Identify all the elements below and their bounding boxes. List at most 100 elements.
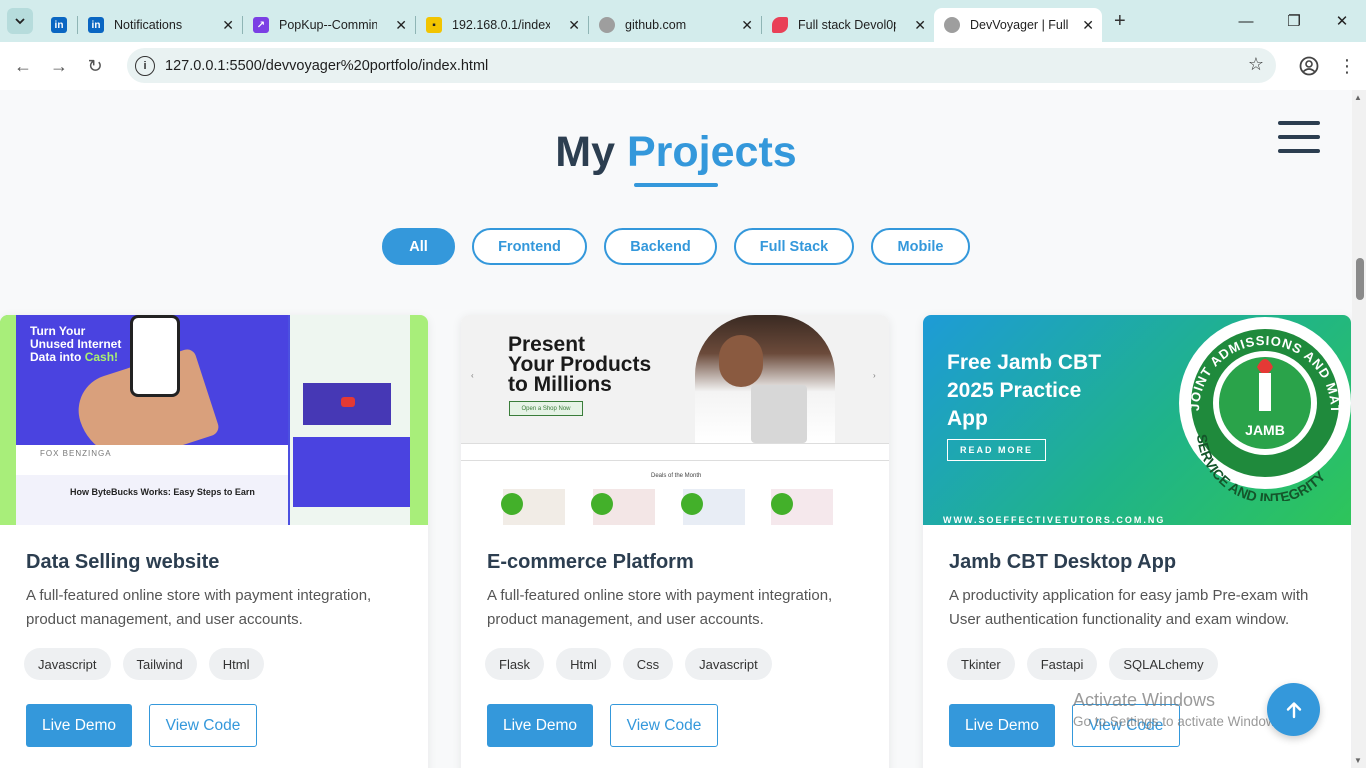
toolbar-right: ⋮: [1290, 42, 1366, 90]
close-window-icon[interactable]: ✕: [1318, 0, 1366, 42]
address-bar[interactable]: i 127.0.0.1:5500/devvoyager%20portfolo/i…: [127, 48, 1276, 83]
chevron-down-icon: [15, 18, 25, 25]
close-icon[interactable]: ✕: [395, 17, 407, 34]
filter-all[interactable]: All: [382, 228, 455, 265]
thumb-caption: How ByteBucks Works: Easy Steps to Earn: [70, 487, 255, 497]
browser-tabstrip: in in Notifications ✕ ↗ PopKup--Comming …: [0, 0, 1366, 42]
back-to-top-button[interactable]: [1267, 683, 1320, 736]
close-icon[interactable]: ✕: [222, 17, 234, 34]
project-card: Present Your Products to Millions Open a…: [461, 315, 889, 768]
window-controls: — ❐ ✕: [1222, 0, 1366, 42]
project-description: A full-featured online store with paymen…: [487, 587, 833, 628]
popkup-icon: ↗: [253, 17, 269, 33]
tab-router[interactable]: ▪ 192.168.0.1/index.h ✕: [416, 8, 588, 42]
back-icon[interactable]: ←: [5, 48, 41, 84]
title-underline: [634, 183, 718, 187]
view-code-button[interactable]: View Code: [610, 704, 718, 747]
tab-github[interactable]: github.com ✕: [589, 8, 761, 42]
title-accent: Projects: [626, 128, 797, 176]
figma-icon: [772, 17, 788, 33]
jamb-seal-logo: JAMB JOINT ADMISSIONS AND MATRICULATION …: [1175, 315, 1351, 501]
tech-tag: Javascript: [24, 648, 111, 680]
project-thumbnail: Free Jamb CBT 2025 Practice App READ MOR…: [923, 315, 1351, 525]
project-title: E-commerce Platform: [487, 551, 694, 573]
close-icon[interactable]: ✕: [741, 17, 753, 34]
linkedin-icon: in: [88, 17, 104, 33]
tab-title: github.com: [625, 18, 687, 32]
forward-icon[interactable]: →: [41, 48, 77, 84]
section-title: My Projects: [0, 128, 1352, 177]
tab-linkedin-pinned[interactable]: in: [41, 8, 77, 42]
title-prefix: My: [555, 128, 616, 176]
thumb-url: WWW.SOEFFECTIVETUTORS.COM.NG: [943, 515, 1166, 525]
filter-full-stack[interactable]: Full Stack: [734, 228, 854, 265]
scrollbar-thumb[interactable]: [1356, 258, 1364, 300]
filter-mobile[interactable]: Mobile: [871, 228, 970, 265]
project-title: Jamb CBT Desktop App: [949, 551, 1177, 573]
thumb-heading: Free Jamb CBT 2025 Practice App: [947, 351, 1102, 430]
address-url[interactable]: 127.0.0.1:5500/devvoyager%20portfolo/ind…: [165, 58, 488, 74]
activate-windows-title: Activate Windows: [1073, 690, 1216, 710]
menu-kebab-icon[interactable]: ⋮: [1328, 56, 1366, 77]
bookmark-star-icon[interactable]: ☆: [1248, 54, 1264, 75]
project-thumbnail: Present Your Products to Millions Open a…: [461, 315, 889, 525]
page-scrollbar[interactable]: ▲ ▼: [1352, 90, 1366, 768]
close-icon[interactable]: ✕: [568, 17, 580, 34]
tech-tag: Javascript: [685, 648, 772, 680]
project-card: Turn Your Unused Internet Data into Cash…: [0, 315, 428, 768]
project-actions: Live Demo View Code: [487, 704, 718, 747]
tech-tags: Tkinter Fastapi SQLALchemy: [947, 648, 1218, 680]
tech-tag: Tkinter: [947, 648, 1015, 680]
thumb-heading: Present Your Products to Millions: [508, 333, 652, 396]
tech-tag: Html: [556, 648, 611, 680]
scroll-up-icon[interactable]: ▲: [1354, 93, 1362, 102]
project-actions: Live Demo View Code: [26, 704, 257, 747]
tab-devvoyager[interactable]: DevVoyager | Full S ✕: [934, 8, 1102, 42]
restore-icon[interactable]: ❐: [1270, 0, 1318, 42]
close-icon[interactable]: ✕: [914, 17, 926, 34]
project-thumbnail: Turn Your Unused Internet Data into Cash…: [0, 315, 428, 525]
tab-fullstack[interactable]: Full stack Devol0pe ✕: [762, 8, 934, 42]
globe-icon: [599, 17, 615, 33]
tech-tag: Fastapi: [1026, 648, 1098, 680]
live-demo-button[interactable]: Live Demo: [487, 704, 593, 747]
site-info-icon[interactable]: i: [135, 55, 155, 76]
live-demo-button[interactable]: Live Demo: [949, 704, 1055, 747]
tech-tags: Javascript Tailwind Html: [24, 648, 264, 680]
scroll-down-icon[interactable]: ▼: [1354, 756, 1362, 765]
minimize-icon[interactable]: —: [1222, 0, 1270, 42]
project-description: A full-featured online store with paymen…: [26, 587, 372, 628]
tab-search-button[interactable]: [7, 8, 33, 34]
new-tab-button[interactable]: +: [1114, 10, 1126, 33]
project-filters: All Frontend Backend Full Stack Mobile: [382, 228, 970, 265]
thumb-logos: FOX BENZINGA: [40, 449, 112, 458]
tab-title: Full stack Devol0pe: [798, 18, 896, 32]
tab-popkup[interactable]: ↗ PopKup--Comming ✕: [243, 8, 415, 42]
tech-tag: SQLALchemy: [1109, 648, 1218, 680]
thumb-cta: READ MORE: [947, 439, 1046, 461]
tech-tag: Css: [622, 648, 674, 680]
profile-icon[interactable]: [1290, 56, 1328, 76]
view-code-button[interactable]: View Code: [149, 704, 257, 747]
globe-icon: [944, 17, 960, 33]
reload-icon[interactable]: ↻: [77, 48, 113, 84]
chevron-right-icon: ›: [873, 371, 876, 380]
filter-frontend[interactable]: Frontend: [472, 228, 587, 265]
tech-tag: Tailwind: [122, 648, 197, 680]
tech-tag: Html: [208, 648, 264, 680]
tab-title: DevVoyager | Full S: [970, 18, 1070, 32]
tab-notifications[interactable]: in Notifications ✕: [78, 8, 242, 42]
seal-center-text: JAMB: [1245, 422, 1285, 438]
project-description: A productivity application for easy jamb…: [949, 587, 1309, 628]
arrow-up-icon: [1286, 701, 1301, 718]
page-viewport: My Projects All Frontend Backend Full St…: [0, 90, 1352, 768]
live-demo-button[interactable]: Live Demo: [26, 704, 132, 747]
video-thumbnail: [303, 383, 391, 425]
browser-toolbar: ← → ↻ i 127.0.0.1:5500/devvoyager%20port…: [0, 42, 1366, 90]
tech-tag: Flask: [485, 648, 545, 680]
filter-backend[interactable]: Backend: [604, 228, 717, 265]
tab-title: 192.168.0.1/index.h: [452, 18, 550, 32]
tab-title: PopKup--Comming: [279, 18, 377, 32]
activate-windows-subtitle: Go to Settings to activate Windows.: [1073, 714, 1287, 729]
close-icon[interactable]: ✕: [1082, 17, 1094, 34]
